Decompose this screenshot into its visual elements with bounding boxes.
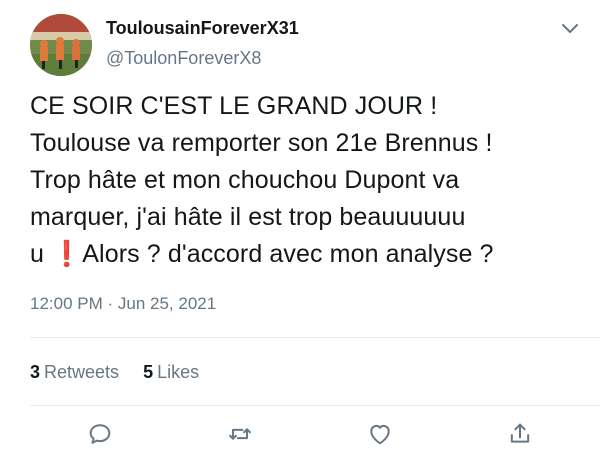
user-handle[interactable]: @ToulonForeverX8: [106, 48, 261, 69]
divider: [30, 337, 600, 338]
likes-stat[interactable]: 5 Likes: [143, 362, 199, 383]
display-name[interactable]: ToulousainForeverX31: [106, 18, 299, 39]
reply-icon[interactable]: [86, 420, 116, 450]
tweet-card: ToulousainForeverX31 @ToulonForeverX8 CE…: [0, 0, 600, 467]
retweet-icon[interactable]: [226, 420, 256, 450]
retweets-count: 3: [30, 362, 41, 382]
divider: [30, 405, 600, 406]
avatar[interactable]: [30, 14, 92, 76]
retweets-stat[interactable]: 3 Retweets: [30, 362, 119, 383]
tweet-stats: 3 Retweets 5 Likes: [30, 362, 199, 383]
tweet-timestamp[interactable]: 12:00 PM · Jun 25, 2021: [30, 294, 216, 314]
likes-label: Likes: [157, 362, 200, 382]
action-bar: [0, 420, 600, 454]
likes-count: 5: [143, 362, 154, 382]
share-icon[interactable]: [506, 420, 536, 450]
tweet-text: CE SOIR C'EST LE GRAND JOUR ! Toulouse v…: [30, 92, 494, 268]
heart-icon[interactable]: [366, 420, 396, 450]
chevron-down-icon[interactable]: [558, 16, 582, 40]
retweets-label: Retweets: [44, 362, 120, 382]
avatar-image: [30, 14, 92, 76]
